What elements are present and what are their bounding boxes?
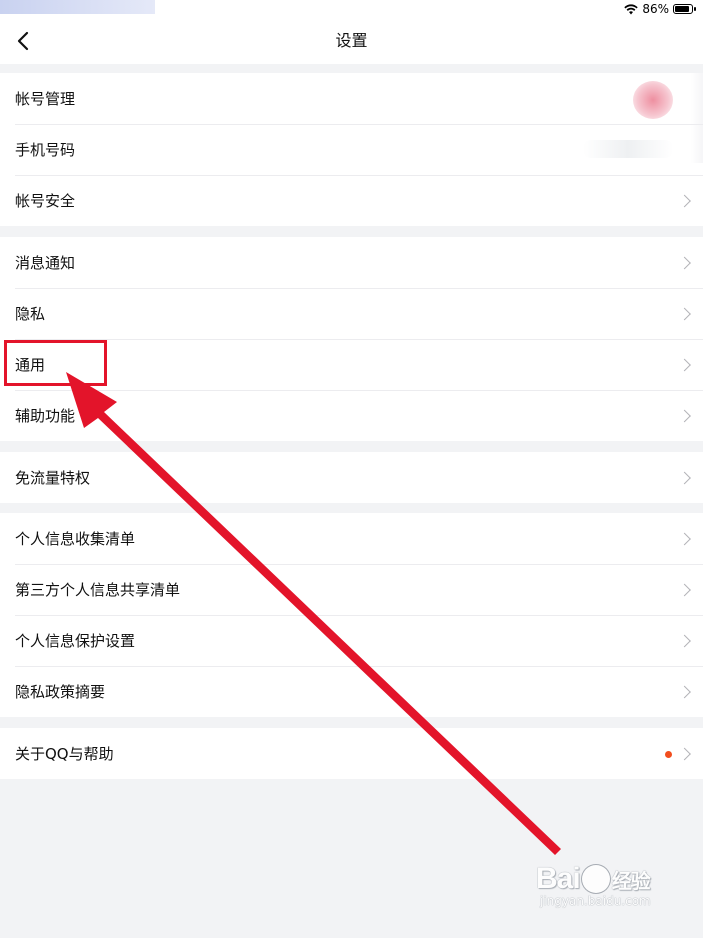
settings-group-about: 关于QQ与帮助 [0,728,703,779]
settings-item-privacy-policy-summary[interactable]: 隐私政策摘要 [0,666,703,717]
status-bar-left-blur [0,0,155,14]
status-bar-right: 86% [624,1,696,17]
baidu-jingyan-watermark: Bai 经验 jingyan.baidu.com [536,862,696,922]
nav-bar: 设置 [0,18,703,64]
page-title: 设置 [335,31,368,50]
status-bar: 86% [0,0,703,18]
settings-item-data-free-privilege[interactable]: 免流量特权 [0,452,703,503]
battery-fill [675,6,689,12]
phone-number-value-blurred [583,140,673,158]
settings-item-label: 免流量特权 [15,469,91,487]
wifi-icon [624,4,639,15]
watermark-logo: Bai 经验 [536,862,651,895]
settings-item-privacy[interactable]: 隐私 [0,288,703,339]
settings-item-personal-info-list[interactable]: 个人信息收集清单 [0,513,703,564]
battery-percent: 86% [642,2,669,16]
settings-item-label: 第三方个人信息共享清单 [15,581,181,599]
settings-item-label: 关于QQ与帮助 [15,745,114,763]
watermark-url: jingyan.baidu.com [540,894,651,908]
settings-item-label: 辅助功能 [15,407,76,425]
chevron-right-icon [678,194,691,207]
settings-item-account-management[interactable]: 帐号管理 [0,73,703,124]
settings-group-data-free: 免流量特权 [0,452,703,503]
chevron-right-icon [678,409,691,422]
new-badge-dot [665,750,672,758]
settings-item-label: 个人信息保护设置 [15,632,136,650]
settings-group-account: 帐号管理 手机号码 帐号安全 [0,73,703,226]
chevron-right-icon [678,358,691,371]
paw-icon [581,865,610,893]
chevron-right-icon [678,307,691,320]
settings-item-about-qq-help[interactable]: 关于QQ与帮助 [0,728,703,779]
battery-icon [673,4,696,14]
highlight-box [4,340,107,386]
chevron-right-icon [678,256,691,269]
settings-item-account-security[interactable]: 帐号安全 [0,175,703,226]
settings-item-label: 帐号管理 [15,90,76,108]
chevron-right-icon [678,471,691,484]
chevron-right-icon [678,685,691,698]
settings-item-accessibility[interactable]: 辅助功能 [0,390,703,441]
settings-item-third-party-sharing-list[interactable]: 第三方个人信息共享清单 [0,564,703,615]
chevron-right-icon [678,634,691,647]
settings-item-label: 隐私政策摘要 [15,683,106,701]
avatar [633,81,673,119]
settings-item-label: 隐私 [15,305,46,323]
settings-item-phone-number[interactable]: 手机号码 [0,124,703,175]
settings-group-personal-info: 个人信息收集清单 第三方个人信息共享清单 个人信息保护设置 隐私政策摘要 [0,513,703,717]
chevron-right-icon [678,583,691,596]
chevron-right-icon [678,532,691,545]
settings-item-label: 消息通知 [15,254,76,272]
settings-item-label: 个人信息收集清单 [15,530,136,548]
settings-item-notifications[interactable]: 消息通知 [0,237,703,288]
settings-item-label: 手机号码 [15,141,76,159]
chevron-right-icon [678,747,691,760]
settings-group-general: 消息通知 隐私 通用 辅助功能 [0,237,703,441]
settings-item-personal-info-protection[interactable]: 个人信息保护设置 [0,615,703,666]
settings-item-label: 帐号安全 [15,192,76,210]
